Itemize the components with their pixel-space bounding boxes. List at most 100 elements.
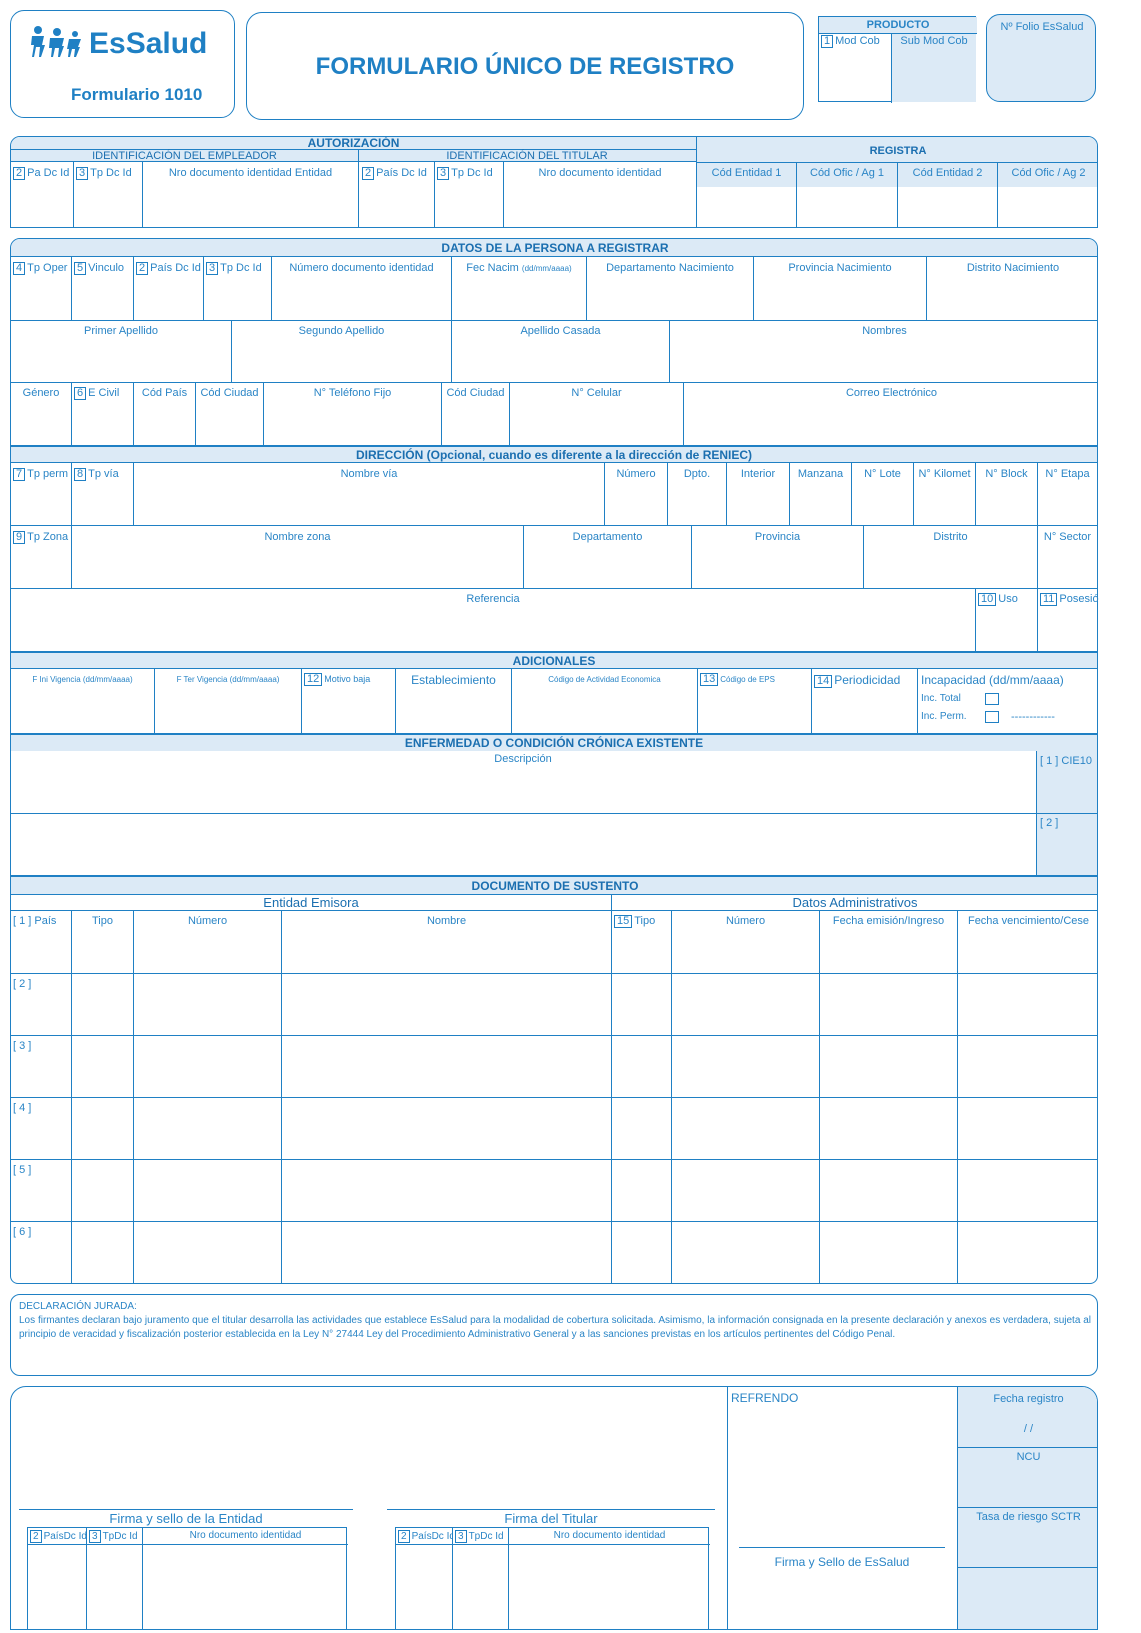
aut-col-nro: Nro documento identidad	[538, 167, 662, 179]
doc-row-6: [ 6 ]	[13, 1226, 32, 1238]
ciiu-label: Código de Actividad Economica	[548, 675, 661, 684]
declaracion-section: DECLARACIÓN JURADA: Los firmantes declar…	[10, 1294, 1098, 1376]
doc-numero2-label: Número	[725, 915, 766, 927]
doc-tipo-label: Tipo	[92, 915, 113, 927]
titular-title: IDENTIFICACIÓN DEL TITULAR	[358, 150, 696, 162]
inc-perm-dashes: ------------	[1011, 711, 1055, 723]
block-label: N° Block	[985, 468, 1028, 480]
vinculo-label: 5 Vinculo	[72, 262, 133, 275]
dpto-label: Dpto.	[683, 468, 711, 480]
correo-label: Correo Electrónico	[845, 387, 938, 399]
empleador-title: IDENTIFICACIÓN DEL EMPLEADOR	[11, 150, 358, 162]
manzana-label: Manzana	[797, 468, 844, 480]
firma-essalud-label: Firma y Sello de EsSalud	[774, 1555, 910, 1569]
dist-nac-label: Distrito Nacimiento	[966, 262, 1060, 274]
doc-row-4: [ 4 ]	[13, 1102, 32, 1114]
inc-perm-label: Inc. Perm.	[921, 711, 967, 722]
fecha-registro-slashes: / /	[1023, 1423, 1034, 1435]
etapa-label: N° Etapa	[1045, 468, 1090, 480]
producto-title: PRODUCTO	[866, 19, 930, 31]
primer-apellido-label: Primer Apellido	[84, 325, 158, 337]
titular-nro-label: Nro documento identidad	[553, 1530, 666, 1541]
folio-label: Nº Folio EsSalud	[1000, 21, 1084, 33]
pais-dc-label: 2 País Dc Id	[134, 262, 203, 275]
doc-row-3: [ 3 ]	[13, 1040, 32, 1052]
telefono-fijo-label: N° Teléfono Fijo	[313, 387, 392, 399]
tp-dc-label: 3 Tp Dc Id	[204, 262, 271, 275]
persona-title: DATOS DE LA PERSONA A REGISTRAR	[11, 239, 1097, 257]
fecha-venc-label: Fecha vencimiento/Cese	[967, 915, 1090, 927]
nombre-zona-label: Nombre zona	[264, 531, 331, 543]
form-code: Formulario 1010	[71, 85, 203, 104]
aut-col-tp: 3 Tp Dc Id	[74, 167, 142, 180]
firmas-section: Firma y sello de la Entidad 2 PaísDc Id 3…	[10, 1386, 1098, 1630]
apellido-casada-label: Apellido Casada	[520, 325, 601, 337]
descripcion-label: Descripción	[494, 753, 552, 765]
entidad-pais-label: 2 PaísDc Id	[28, 1530, 86, 1543]
mod-cob-label: 1 Mod Cob	[819, 35, 891, 48]
registra-title: REGISTRA	[869, 145, 927, 157]
cod-pais-label: Cód País	[141, 387, 188, 399]
numero-label: Número	[616, 468, 656, 480]
titular-pais-label: 2 PaísDc Id	[396, 1530, 452, 1543]
title-box: FORMULARIO ÚNICO DE REGISTRO	[246, 12, 804, 120]
firma-entidad-label: Firma y sello de la Entidad	[109, 1511, 263, 1526]
inc-total-checkbox[interactable]	[985, 693, 999, 705]
establecimiento-label: Establecimiento	[411, 673, 496, 687]
prov-nac-label: Provincia Nacimiento	[788, 262, 892, 274]
logo-box: EsSalud Formulario 1010	[10, 10, 235, 118]
cod-ciudad-label: Cód Ciudad	[200, 387, 259, 399]
ecivil-label: 6E Civil	[72, 387, 133, 400]
declaracion-text: Los firmantes declaran bajo juramento qu…	[19, 1315, 1091, 1340]
segundo-apellido-label: Segundo Apellido	[298, 325, 385, 337]
distrito-label: Distrito	[933, 531, 968, 543]
cie10-2-label: [ 2 ]	[1040, 817, 1059, 829]
eps-label: 13 Código de EPS	[698, 673, 811, 686]
uso-label: 10 Uso	[976, 593, 1037, 606]
titular-doc-box: 2 PaísDc Id 3 TpDc Id Nro documento identi…	[395, 1527, 710, 1629]
tasa-sctr-label: Tasa de riesgo SCTR	[976, 1511, 1081, 1523]
doc-numero-label: Número	[187, 915, 228, 927]
celular-label: N° Celular	[571, 387, 622, 399]
referencia-label: Referencia	[466, 593, 520, 605]
direccion-title: DIRECCIÓN (Opcional, cuando es diferente…	[11, 447, 1097, 463]
declaracion-title: DECLARACIÓN JURADA:	[19, 1301, 137, 1312]
form-title: FORMULARIO ÚNICO DE REGISTRO	[315, 53, 735, 80]
lote-label: N° Lote	[864, 468, 901, 480]
cie10-1-label: [ 1 ] CIE10	[1040, 755, 1092, 767]
inc-perm-checkbox[interactable]	[985, 711, 999, 723]
aut-col-nro-entidad: Nro documento identidad Entidad	[168, 167, 333, 179]
reg-cod-entidad-1: Cód Entidad 1	[711, 167, 782, 179]
entidad-nro-label: Nro documento identidad	[189, 1530, 302, 1541]
aut-col-pais: 2 Pa Dc Id	[11, 167, 73, 180]
brand-name: EsSalud	[89, 27, 208, 60]
sector-label: N° Sector	[1043, 531, 1092, 543]
numdoc-label: Número documento identidad	[289, 262, 434, 274]
persona-section: DATOS DE LA PERSONA A REGISTRAR 4 Tp Oper…	[10, 238, 1098, 446]
tp-perm-label: 7 Tp perm	[11, 468, 71, 481]
tp-zona-label: 9 Tp Zona	[11, 531, 71, 544]
sustento-title: DOCUMENTO DE SUSTENTO	[11, 877, 1097, 895]
entidad-emisora-title: Entidad Emisora	[11, 895, 611, 911]
doc-nombre-label: Nombre	[426, 915, 467, 927]
cod-ciudad-2-label: Cód Ciudad	[446, 387, 505, 399]
doc-pais-label: [ 1 ] País	[13, 915, 57, 927]
fec-nacim-label: Fec Nacim (dd/mm/aaaa)	[466, 262, 572, 274]
refrendo-label: REFRENDO	[731, 1391, 799, 1405]
titular-tp-label: 3 TpDc Id	[453, 1530, 508, 1543]
f-ini-vigencia-label: F Ini Vigencia (dd/mm/aaaa)	[32, 675, 133, 684]
autorizacion-section: AUTORIZACIÓN IDENTIFICACIÓN DEL EMPLEADO…	[10, 136, 1098, 228]
tp-oper-label: 4 Tp Oper	[11, 262, 71, 275]
interior-label: Interior	[740, 468, 776, 480]
aut-col-tp2: 3 Tp Dc Id	[435, 167, 503, 180]
ncu-label: NCU	[1016, 1451, 1041, 1463]
dep-nac-label: Departamento Nacimiento	[606, 262, 734, 274]
genero-label: Género	[22, 387, 60, 399]
firma-titular-label: Firma del Titular	[504, 1511, 598, 1526]
posesion-label: 11Posesión	[1038, 593, 1099, 606]
reg-cod-entidad-2: Cód Entidad 2	[912, 167, 983, 179]
adicionales-section: ADICIONALES F Ini Vigencia (dd/mm/aaaa) …	[10, 652, 1098, 735]
aut-col-pais2: 2 País Dc Id	[360, 167, 434, 180]
inc-total-label: Inc. Total	[921, 693, 961, 704]
doc-tipo2-label: 15 Tipo	[612, 915, 671, 928]
